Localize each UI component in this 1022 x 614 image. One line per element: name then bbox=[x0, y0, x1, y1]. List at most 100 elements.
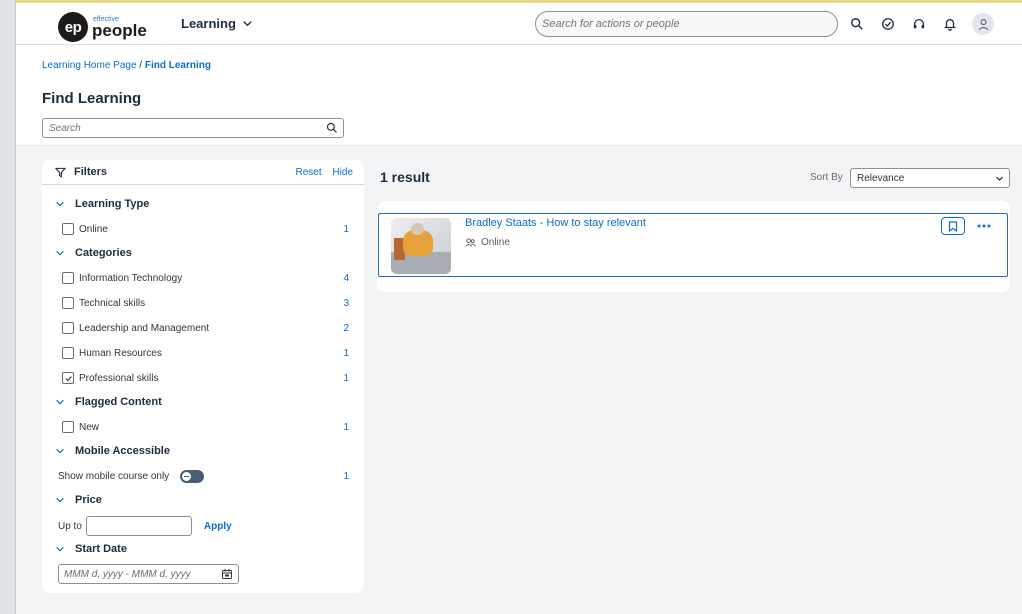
option-count: 3 bbox=[343, 297, 349, 309]
filter-icon bbox=[55, 167, 66, 178]
section-flagged-content[interactable]: Flagged Content bbox=[55, 396, 162, 408]
search-button[interactable] bbox=[846, 13, 868, 35]
option-label: Information Technology bbox=[79, 272, 183, 284]
reset-filters-link[interactable]: Reset bbox=[296, 167, 322, 178]
option-count: 2 bbox=[343, 322, 349, 334]
checkmark-circle-icon bbox=[882, 18, 894, 30]
app-logo[interactable]: ep effective people bbox=[58, 12, 147, 42]
filters-header: Filters Reset Hide bbox=[42, 160, 364, 185]
section-label: Learning Type bbox=[75, 198, 150, 210]
shell-search-input[interactable] bbox=[542, 18, 837, 30]
mobile-only-label: Show mobile course only bbox=[58, 471, 170, 482]
breadcrumb: Learning Home Page / Find Learning bbox=[42, 60, 211, 71]
search-icon bbox=[851, 18, 863, 30]
filter-option-technical-skills[interactable]: Technical skills 3 bbox=[62, 297, 349, 309]
up-to-label: Up to bbox=[58, 520, 82, 532]
section-mobile-accessible[interactable]: Mobile Accessible bbox=[55, 445, 170, 457]
filter-option-professional-skills[interactable]: Professional skills 1 bbox=[62, 372, 349, 384]
checkbox[interactable] bbox=[62, 421, 74, 433]
checkbox[interactable] bbox=[62, 322, 74, 334]
page-header: Learning Home Page / Find Learning Find … bbox=[16, 45, 1022, 146]
date-placeholder: MMM d, yyyy - MMM d, yyyy bbox=[64, 568, 191, 580]
sort-by-label: Sort By bbox=[810, 172, 843, 183]
checkbox-checked[interactable] bbox=[62, 372, 74, 384]
section-categories[interactable]: Categories bbox=[55, 247, 132, 259]
apply-price-button[interactable]: Apply bbox=[204, 521, 232, 532]
filters-title: Filters bbox=[74, 166, 108, 178]
section-start-date[interactable]: Start Date bbox=[55, 543, 127, 555]
page-title: Find Learning bbox=[42, 90, 142, 107]
page-search-input[interactable] bbox=[49, 122, 319, 134]
section-price[interactable]: Price bbox=[55, 494, 102, 506]
section-label: Mobile Accessible bbox=[75, 445, 170, 457]
results-panel: Bradley Staats - How to stay relevant On… bbox=[377, 201, 1010, 292]
people-group-icon bbox=[465, 238, 476, 247]
notifications-button[interactable] bbox=[939, 13, 961, 35]
checkbox[interactable] bbox=[62, 272, 74, 284]
result-type: Online bbox=[465, 237, 510, 248]
filter-option-online[interactable]: Online 1 bbox=[62, 223, 349, 235]
search-icon[interactable] bbox=[326, 122, 338, 134]
checkbox[interactable] bbox=[62, 347, 74, 359]
result-card[interactable]: Bradley Staats - How to stay relevant On… bbox=[378, 213, 1008, 277]
option-label: Technical skills bbox=[79, 297, 146, 309]
checkmark-icon bbox=[64, 375, 72, 381]
chevron-down-icon bbox=[56, 250, 64, 256]
shell-search-field[interactable] bbox=[535, 11, 838, 37]
option-count: 1 bbox=[343, 421, 349, 433]
user-avatar-icon bbox=[978, 18, 988, 30]
tasks-button[interactable] bbox=[877, 13, 899, 35]
filter-option-leadership-management[interactable]: Leadership and Management 2 bbox=[62, 322, 349, 334]
option-count: 1 bbox=[343, 372, 349, 384]
mobile-only-toggle[interactable] bbox=[180, 470, 205, 483]
course-thumbnail[interactable] bbox=[391, 218, 451, 274]
results-count: 1 result bbox=[380, 169, 430, 185]
option-label: Online bbox=[79, 223, 108, 235]
chevron-down-icon bbox=[56, 448, 64, 454]
headset-icon bbox=[913, 18, 925, 29]
option-count: 4 bbox=[343, 272, 349, 284]
hide-filters-link[interactable]: Hide bbox=[332, 167, 353, 178]
logo-big-text: people bbox=[92, 20, 147, 40]
option-count: 1 bbox=[343, 347, 349, 359]
section-learning-type[interactable]: Learning Type bbox=[55, 198, 149, 210]
more-dots-icon bbox=[977, 224, 991, 228]
option-label: Leadership and Management bbox=[79, 322, 210, 334]
bookmark-button[interactable] bbox=[941, 217, 965, 235]
chevron-down-icon bbox=[996, 176, 1003, 181]
option-count: 1 bbox=[343, 471, 349, 482]
support-button[interactable] bbox=[908, 13, 930, 35]
filters-panel: Filters Reset Hide Learning Type Online … bbox=[42, 160, 364, 593]
app-window: ep effective people Learning Search for … bbox=[16, 3, 1022, 614]
shell-bar: ep effective people Learning bbox=[16, 3, 1022, 45]
price-row: Up to Apply bbox=[58, 516, 349, 536]
option-count: 1 bbox=[343, 223, 349, 235]
section-label: Start Date bbox=[75, 543, 127, 555]
filter-option-information-technology[interactable]: Information Technology 4 bbox=[62, 272, 349, 284]
filter-option-new[interactable]: New 1 bbox=[62, 421, 349, 433]
price-input[interactable] bbox=[85, 516, 192, 536]
calendar-icon[interactable] bbox=[221, 568, 233, 580]
user-avatar[interactable] bbox=[972, 13, 994, 35]
logo-mark: ep bbox=[58, 12, 88, 42]
chevron-down-icon bbox=[56, 546, 64, 552]
checkbox[interactable] bbox=[62, 223, 74, 235]
checkbox[interactable] bbox=[62, 297, 74, 309]
sort-by-select[interactable]: Relevance bbox=[850, 168, 1010, 188]
option-label: Professional skills bbox=[79, 372, 159, 384]
sort-by-value: Relevance bbox=[857, 172, 905, 184]
breadcrumb-current: Find Learning bbox=[144, 60, 211, 71]
chevron-down-icon bbox=[56, 201, 64, 207]
option-label: New bbox=[79, 421, 100, 433]
start-date-range-input[interactable]: MMM d, yyyy - MMM d, yyyy bbox=[58, 564, 239, 584]
page-search-field[interactable] bbox=[42, 118, 344, 138]
filter-option-human-resources[interactable]: Human Resources 1 bbox=[62, 347, 349, 359]
result-type-label: Online bbox=[481, 237, 510, 248]
more-options-button[interactable] bbox=[974, 217, 994, 235]
learning-menu[interactable]: Learning bbox=[181, 16, 253, 31]
breadcrumb-home-link[interactable]: Learning Home Page bbox=[42, 60, 137, 71]
section-label: Price bbox=[75, 494, 102, 506]
result-title-link[interactable]: Bradley Staats - How to stay relevant bbox=[465, 217, 646, 229]
section-label: Flagged Content bbox=[75, 396, 162, 408]
learning-menu-label: Learning bbox=[181, 16, 236, 31]
